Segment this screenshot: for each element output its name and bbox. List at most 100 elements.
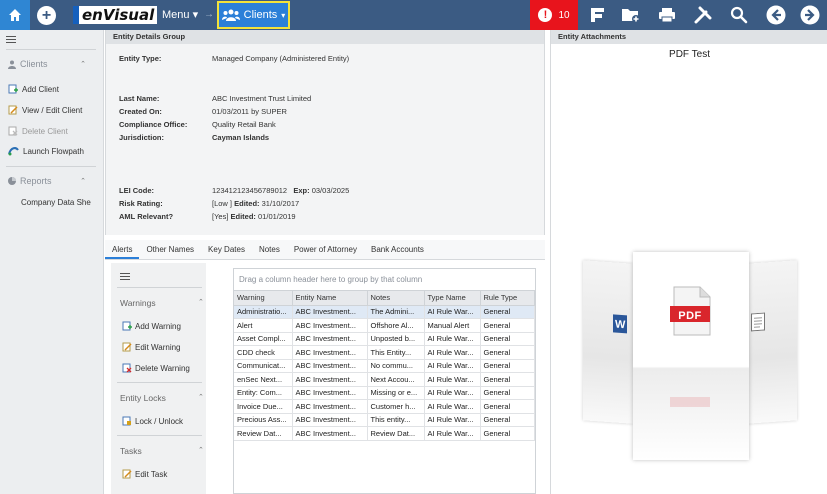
column-header-notes[interactable]: Notes	[367, 291, 425, 306]
chevron-down-icon: ▾	[281, 10, 286, 20]
divider	[117, 382, 202, 383]
table-row[interactable]: Entity: Com... ABC Investment... Missing o…	[234, 386, 535, 400]
table-cell: Invoice Due...	[234, 399, 293, 414]
chevron-up-icon[interactable]: ⌃	[80, 177, 86, 185]
chevron-up-icon[interactable]: ⌃	[198, 298, 204, 306]
table-cell: This Entity...	[367, 345, 425, 360]
divider	[6, 166, 96, 167]
forward-button[interactable]	[793, 0, 827, 30]
tools-button[interactable]	[686, 0, 720, 30]
tools-icon	[694, 6, 712, 24]
hamburger-menu-icon[interactable]	[120, 273, 130, 280]
hamburger-menu-icon[interactable]	[6, 36, 16, 43]
edit-warning-icon	[122, 342, 132, 352]
pdf-badge-label: PDF	[678, 310, 702, 322]
entity-type-value: Managed Company (Administered Entity)	[212, 54, 350, 63]
entity-locks-section-header[interactable]: Entity Locks ⌃	[120, 393, 204, 403]
column-header-label: Type Name	[427, 293, 466, 303]
flowpath-button[interactable]	[580, 0, 614, 30]
column-header-type-name[interactable]: Type Name	[424, 291, 481, 306]
back-button[interactable]	[759, 0, 793, 30]
table-cell: This entity...	[367, 413, 425, 427]
add-warning-button[interactable]: Add Warning	[122, 321, 181, 331]
tab-notes[interactable]: Notes	[252, 240, 287, 259]
table-row[interactable]: Precious Ass... ABC Investment... This ent…	[234, 413, 535, 427]
pdf-document-thumbnail[interactable]: PDF	[633, 252, 749, 460]
divider	[117, 435, 202, 436]
clients-module-button[interactable]: Clients ▾	[217, 1, 290, 29]
jurisdiction-label: Jurisdiction:	[119, 133, 165, 142]
sidebar-item-company-data-sheet[interactable]: Company Data She	[21, 198, 91, 207]
pdf-reflection	[670, 397, 710, 407]
table-row[interactable]: Communicat... ABC Investment... No commu..…	[234, 359, 535, 373]
chevron-up-icon[interactable]: ⌃	[198, 446, 204, 454]
table-row[interactable]: Asset Compl... ABC Investment... Unposted …	[234, 332, 535, 346]
edit-warning-button[interactable]: Edit Warning	[122, 342, 181, 352]
table-cell: AI Rule War...	[424, 345, 481, 360]
table-cell: AI Rule War...	[424, 305, 481, 319]
word-document-thumbnail[interactable]: W	[583, 260, 633, 424]
search-icon	[730, 6, 748, 24]
table-row[interactable]: CDD check ABC Investment... This Entity...…	[234, 345, 535, 360]
warnings-section-header[interactable]: Warnings ⌃	[120, 298, 204, 308]
sidebar-item-delete-client: Delete Client	[8, 126, 68, 136]
tab-alerts[interactable]: Alerts	[105, 240, 140, 259]
print-button[interactable]	[650, 0, 684, 30]
sidebar-item-view-edit-client[interactable]: View / Edit Client	[8, 105, 82, 115]
tab-key-dates[interactable]: Key Dates	[201, 240, 252, 259]
add-warning-label: Add Warning	[135, 321, 181, 331]
table-cell: Missing or e...	[367, 386, 425, 400]
tasks-section-header[interactable]: Tasks ⌃	[120, 446, 204, 456]
column-header-warning[interactable]: Warning	[234, 291, 293, 306]
clients-section-header[interactable]: Clients ⌃	[0, 55, 104, 73]
table-row[interactable]: enSec Next... ABC Investment... Next Accou…	[234, 372, 535, 387]
chevron-up-icon[interactable]: ⌃	[198, 393, 204, 401]
search-button[interactable]	[722, 0, 756, 30]
chevron-up-icon[interactable]: ⌃	[80, 60, 86, 68]
top-bar: + enVisual Menu ▾ → Clients ▾ ! 10	[0, 0, 827, 30]
delete-warning-button[interactable]: Delete Warning	[122, 363, 190, 373]
risk-edited-label: Edited:	[234, 199, 260, 208]
table-row[interactable]: Administratio... ABC Investment... The Adm…	[234, 305, 535, 319]
risk-value: [Low ]	[212, 199, 233, 208]
edit-task-button[interactable]: Edit Task	[122, 469, 167, 479]
text-document-thumbnail[interactable]	[747, 260, 797, 424]
table-cell: Offshore Al...	[367, 318, 425, 333]
tab-bank-accounts[interactable]: Bank Accounts	[364, 240, 431, 259]
compliance-office-label: Compliance Office:	[119, 120, 188, 129]
sidebar-item-add-client[interactable]: Add Client	[8, 84, 59, 94]
column-header-entity-name[interactable]: Entity Name	[292, 291, 368, 306]
risk-rating-value: [Low ] Edited: 31/10/2017	[212, 199, 299, 208]
reports-section-header[interactable]: Reports ⌃	[0, 172, 104, 190]
column-header-rule-type[interactable]: Rule Type	[480, 291, 535, 306]
tab-other-names[interactable]: Other Names	[139, 240, 201, 259]
table-cell: Communicat...	[234, 359, 293, 373]
table-row[interactable]: Alert ABC Investment... Offshore Al... Manu…	[234, 318, 535, 333]
table-cell: ABC Investment...	[292, 359, 368, 373]
risk-edited-date: 31/10/2017	[261, 199, 300, 208]
group-by-drop-area[interactable]: Drag a column header here to group by th…	[234, 269, 535, 291]
last-name-label: Last Name:	[119, 94, 160, 103]
table-cell: AI Rule War...	[424, 386, 481, 400]
menu-button[interactable]: Menu ▾	[162, 0, 198, 30]
delete-warning-icon	[122, 363, 132, 373]
lock-unlock-button[interactable]: Lock / Unlock	[122, 416, 183, 426]
forward-arrow-icon	[800, 5, 820, 25]
table-row[interactable]: Invoice Due... ABC Investment... Customer …	[234, 399, 535, 414]
tab-power-of-attorney[interactable]: Power of Attorney	[287, 240, 364, 259]
home-button[interactable]	[0, 0, 30, 30]
exp-label: Exp:	[293, 186, 310, 195]
alerts-button[interactable]: ! 10	[530, 0, 578, 30]
alert-icon: !	[538, 8, 553, 22]
sidebar-item-launch-flowpath[interactable]: Launch Flowpath	[8, 146, 84, 156]
table-cell: No commu...	[367, 359, 425, 373]
sidebar-item-label: Company Data She	[21, 198, 91, 207]
sidebar-item-label: Delete Client	[22, 126, 68, 136]
lei-code-value: 123412123456789012 Exp: 03/03/2025	[212, 186, 349, 195]
add-button[interactable]: +	[37, 6, 56, 25]
entity-attachments-header: Entity Attachments	[551, 30, 827, 44]
table-row[interactable]: Review Dat... ABC Investment... Review Dat…	[234, 426, 535, 441]
column-header-label: Notes	[370, 293, 391, 303]
new-folder-button[interactable]	[614, 0, 648, 30]
table-cell: Customer h...	[367, 399, 425, 414]
